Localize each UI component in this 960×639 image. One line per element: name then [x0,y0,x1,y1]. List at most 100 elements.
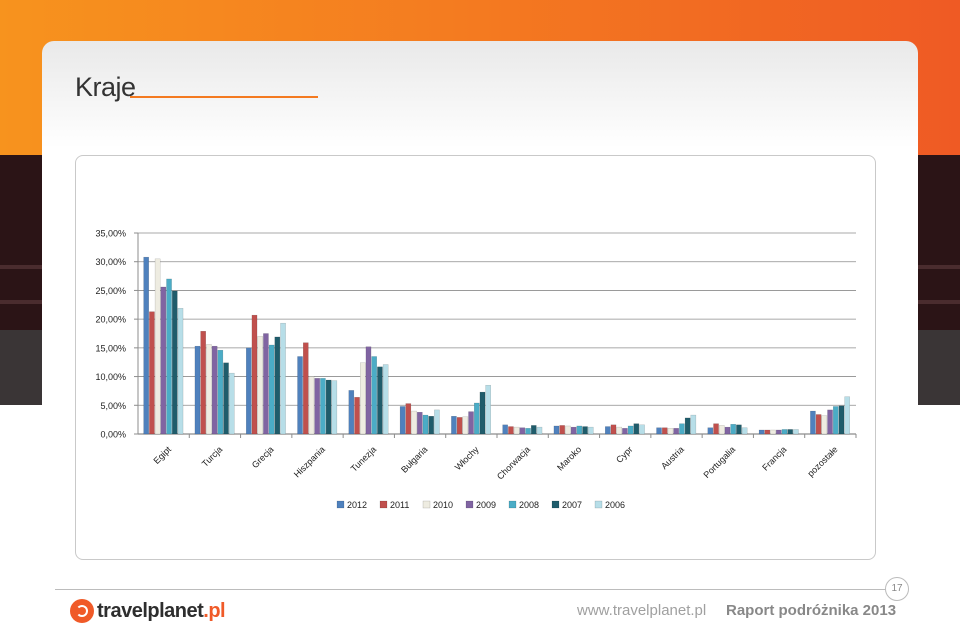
legend-swatch [508,500,517,509]
bar-2011-Austria [662,427,668,435]
logo-icon [70,599,94,623]
bar-2012-Cypr [605,426,611,435]
bar-2007-Maroko [582,426,588,435]
bar-2010-Chorwacja [513,426,520,435]
bar-2010-Włochy [462,416,469,435]
bar-2012-Francja [758,429,765,435]
bar-2009-Hiszpania [314,378,320,435]
legend-label: 2007 [562,500,582,510]
legend-swatch [379,500,388,509]
x-tick-label: Austria [659,444,686,471]
legend-label: 2011 [390,500,409,510]
bar-2008-Włochy [474,402,480,435]
bar-2010-Cypr [616,426,622,435]
bar-2012-pozostałe [810,410,816,435]
bar-2010-Austria [667,428,674,435]
x-tick-label: pozostałe [805,444,839,478]
bar-2006-Egipt [177,308,184,435]
bar-2007-Egipt [172,290,178,435]
bar-2012-Portugalia [707,427,714,435]
bar-2009-Austria [673,428,679,435]
travelplanet-logo: travelplanet.pl [70,597,226,625]
bar-2012-Maroko [553,425,560,435]
bar-2011-Egipt [149,311,155,435]
bar-2006-Tunezja [382,364,389,435]
legend-label: 2008 [519,500,539,510]
bar-2011-Maroko [559,425,565,435]
bar-2012-Włochy [451,415,457,435]
footer-url[interactable]: www.travelplanet.pl [577,602,706,619]
logo-main-text: travelplanet [97,599,204,622]
bar-2007-pozostałe [838,405,845,435]
bar-2009-Francja [776,429,782,435]
bar-2010-Grecja [257,336,263,435]
x-tick-label: Włochy [453,444,481,472]
bar-2009-Portugalia [724,426,731,435]
footer-report-title: Raport podróżnika 2013 [726,602,897,619]
x-tick-label: Bułgaria [399,444,429,474]
bar-2011-Portugalia [713,423,719,435]
bar-2008-Bułgaria [422,414,429,435]
bar-2007-Tunezja [377,366,383,435]
bar-2008-Austria [679,423,685,435]
bar-2008-Hiszpania [320,378,326,435]
bar-2009-Cypr [622,428,628,435]
bar-2011-Hiszpania [303,342,309,435]
bar-2010-Francja [770,429,776,435]
legend-swatch [551,500,560,509]
bar-2010-Tunezja [360,362,366,435]
bar-2010-pozostałe [821,415,828,435]
bar-2011-Grecja [251,314,258,435]
bar-2011-Francja [764,429,771,435]
x-tick-label: Grecja [250,444,276,470]
bar-2012-Grecja [246,347,252,435]
y-tick-label: 20,00% [95,315,126,325]
bar-2007-Portugalia [736,424,742,435]
bar-2010-Egipt [154,258,161,435]
y-tick-label: 0,00% [100,430,126,440]
legend-swatch [336,500,345,509]
bar-2007-Hiszpania [325,379,332,435]
bar-2009-Egipt [160,286,167,435]
legend-label: 2012 [347,500,367,510]
legend-swatch [465,500,474,509]
bar-2006-pozostałe [844,396,850,435]
bar-2009-Maroko [570,426,577,435]
bar-2006-Cypr [639,424,645,435]
bar-2012-Chorwacja [502,424,508,435]
footer-divider [55,589,895,590]
legend-label: 2006 [605,500,625,510]
y-tick-label: 35,00% [95,229,126,239]
bar-2009-Włochy [468,411,474,435]
bar-2009-Tunezja [365,346,372,435]
bar-2006-Chorwacja [536,426,543,435]
bar-2008-Turcja [217,349,224,435]
bar-2008-Tunezja [371,356,377,435]
bar-2007-Grecja [274,336,281,435]
bar-2011-pozostałe [815,414,822,435]
x-tick-label: Egipt [151,444,173,466]
bar-2006-Maroko [588,426,594,435]
bar-2008-Chorwacja [525,428,531,435]
x-tick-label: Tunezja [349,444,378,473]
logo-suffix-text: .pl [203,599,226,622]
y-tick-label: 25,00% [95,286,126,296]
bar-2011-Bułgaria [405,403,412,435]
bar-2007-Chorwacja [531,425,537,435]
bar-2007-Francja [787,429,793,435]
bar-2009-pozostałe [827,409,833,435]
y-tick-label: 5,00% [100,401,126,411]
bar-chart: 35,00% 30,00% 25,00% 20,00% 15,00% 10,00% 5,00… [95,229,857,510]
bar-2006-Włochy [485,384,491,435]
bar-2011-Chorwacja [508,426,514,435]
bar-2010-Portugalia [719,425,725,435]
bar-2008-pozostałe [833,406,839,435]
bar-2012-Hiszpania [297,356,303,435]
x-tick-label: Cypr [614,444,635,465]
bar-2011-Cypr [610,424,617,435]
page-number: 17 [885,577,909,601]
bar-2007-Turcja [223,362,229,435]
bar-2008-Francja [781,429,788,435]
bar-2011-Turcja [200,331,206,435]
bar-2009-Grecja [263,333,269,435]
